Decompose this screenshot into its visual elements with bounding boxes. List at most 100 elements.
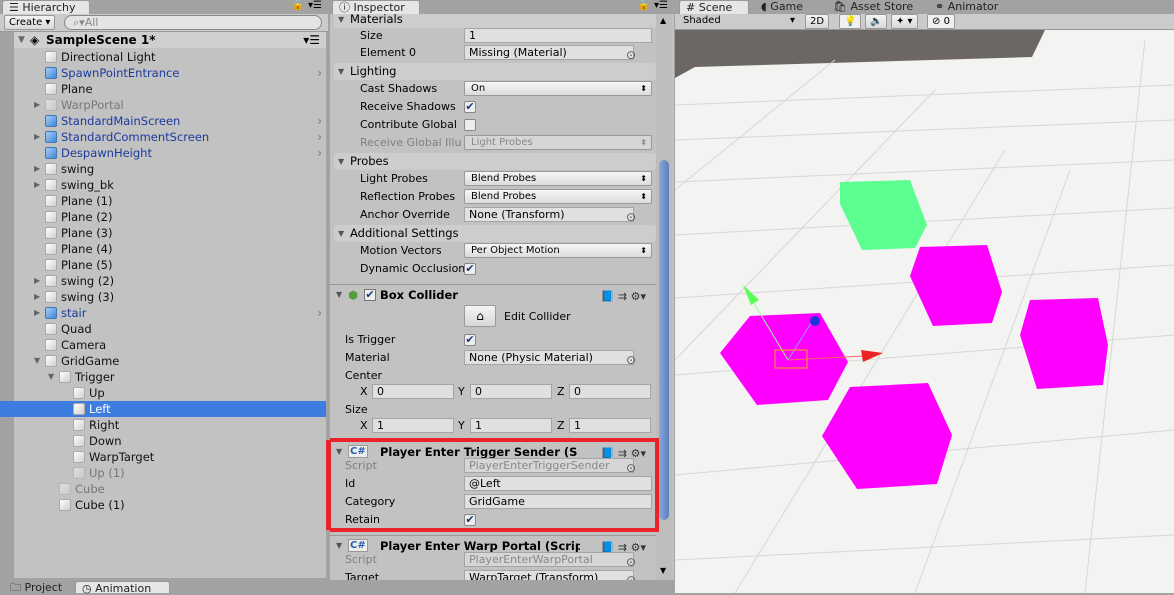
tab-hierarchy[interactable]: ☰ Hierarchy [2, 0, 90, 14]
edit-collider-button[interactable]: ⌂ [464, 305, 496, 327]
menu-icon[interactable]: ▾☰ [654, 0, 668, 11]
tab-game[interactable]: ◖ Game [755, 0, 809, 14]
hierarchy-item[interactable]: Plane (5) [14, 257, 326, 273]
hierarchy-item[interactable]: Plane (3) [14, 225, 326, 241]
expand-arrow-icon[interactable]: ▶ [34, 305, 40, 321]
enable-checkbox[interactable]: ✔ [364, 289, 376, 301]
audio-toggle[interactable]: 🔈 [865, 14, 888, 29]
hidden-objects-toggle[interactable]: ⊘ 0 [927, 14, 955, 29]
expand-arrow-icon[interactable]: ▶ [34, 97, 40, 113]
search-input[interactable]: ⌕▾All [64, 15, 322, 30]
object-picker-icon[interactable]: ⊙ [626, 208, 636, 226]
hierarchy-item[interactable]: ▶ swing_bk [14, 177, 326, 193]
scene-viewport[interactable] [675, 30, 1174, 593]
expand-arrow-icon[interactable]: ▶ [34, 289, 40, 305]
magenta-cube[interactable] [1020, 298, 1108, 389]
hierarchy-item[interactable]: Up (1) [14, 465, 326, 481]
hierarchy-item[interactable]: Up [14, 385, 326, 401]
section-materials[interactable]: Materials [334, 14, 656, 28]
hierarchy-item[interactable]: ▶ swing [14, 161, 326, 177]
expand-arrow-icon[interactable]: ▶ [34, 129, 40, 145]
tab-inspector[interactable]: ⓘ Inspector [332, 0, 420, 14]
hierarchy-item[interactable]: Cube (1) [14, 497, 326, 513]
hierarchy-item[interactable]: ▶ swing (2) [14, 273, 326, 289]
hierarchy-item[interactable]: Directional Light [14, 49, 326, 65]
hierarchy-item[interactable]: ▶ stair › [14, 305, 326, 321]
hierarchy-item[interactable]: Right [14, 417, 326, 433]
scroll-down-icon[interactable]: ▼ [660, 566, 666, 575]
hierarchy-item[interactable]: StandardMainScreen › [14, 113, 326, 129]
object-picker-icon[interactable]: ⊙ [626, 46, 636, 64]
size-z-input[interactable]: 1 [569, 418, 651, 433]
hierarchy-item[interactable]: Plane (1) [14, 193, 326, 209]
lighting-toggle[interactable]: 💡 [839, 14, 862, 29]
collapse-arrow-icon[interactable]: ▼ [336, 285, 342, 305]
hierarchy-item[interactable]: ▼ GridGame [14, 353, 326, 369]
element0-field[interactable]: Missing (Material) [464, 45, 634, 60]
hierarchy-item[interactable]: ▶ swing (3) [14, 289, 326, 305]
box-collider-header[interactable]: ▼ ⬢ ✔ Box Collider 📘 ⇉ ⚙▾ [330, 284, 656, 304]
menu-icon[interactable]: ▾☰ [308, 0, 322, 11]
materials-size-input[interactable]: 1 [464, 28, 652, 43]
scroll-up-icon[interactable]: ▲ [660, 16, 666, 25]
expand-arrow-icon[interactable]: ▼ [48, 369, 54, 385]
hierarchy-item[interactable]: Camera [14, 337, 326, 353]
create-button[interactable]: Create ▾ [4, 15, 56, 30]
hierarchy-item[interactable]: Plane (4) [14, 241, 326, 257]
is-trigger-checkbox[interactable]: ✔ [464, 334, 476, 346]
hierarchy-item[interactable]: SpawnPointEntrance › [14, 65, 326, 81]
hierarchy-item[interactable]: ▼ Trigger [14, 369, 326, 385]
open-prefab-icon[interactable]: › [317, 113, 322, 129]
contribute-gi-checkbox[interactable] [464, 119, 476, 131]
size-y-input[interactable]: 1 [470, 418, 552, 433]
shading-dropdown[interactable]: Shaded ▾ [679, 14, 799, 29]
lock-icon[interactable]: 🔒 [638, 0, 650, 11]
hierarchy-item[interactable]: Cube [14, 481, 326, 497]
component-icons[interactable]: 📘 ⇉ ⚙▾ [601, 287, 646, 307]
2d-toggle[interactable]: 2D [805, 14, 830, 29]
size-x-input[interactable]: 1 [372, 418, 454, 433]
section-lighting[interactable]: Lighting [334, 63, 656, 80]
tab-animator[interactable]: ⚭ Animator [929, 0, 1004, 14]
open-prefab-icon[interactable]: › [317, 65, 322, 81]
effects-dropdown[interactable]: ✦ ▾ [891, 14, 918, 29]
tab-project[interactable]: 🗀 Project [4, 581, 68, 594]
expand-arrow-icon[interactable]: ▼ [34, 353, 40, 369]
center-y-input[interactable]: 0 [470, 384, 552, 399]
expand-arrow-icon[interactable]: ▶ [34, 273, 40, 289]
cast-shadows-dropdown[interactable]: On [464, 81, 652, 96]
section-probes[interactable]: Probes [334, 153, 656, 170]
hierarchy-item[interactable]: WarpTarget [14, 449, 326, 465]
hierarchy-item[interactable]: Plane (2) [14, 209, 326, 225]
hierarchy-item[interactable]: Left [0, 401, 326, 417]
open-prefab-icon[interactable]: › [317, 129, 322, 145]
anchor-override-field[interactable]: None (Transform) [464, 207, 634, 222]
motion-vectors-dropdown[interactable]: Per Object Motion [464, 243, 652, 258]
target-field[interactable]: WarpTarget (Transform) [464, 570, 634, 580]
tab-scene[interactable]: # Scene [679, 0, 749, 14]
hierarchy-item[interactable]: Plane [14, 81, 326, 97]
scrollbar-thumb[interactable] [659, 160, 669, 520]
hierarchy-item[interactable]: Quad [14, 321, 326, 337]
light-probes-dropdown[interactable]: Blend Probes [464, 171, 652, 186]
object-picker-icon[interactable]: ⊙ [626, 571, 636, 580]
reflection-probes-dropdown[interactable]: Blend Probes [464, 189, 652, 204]
receive-shadows-checkbox[interactable]: ✔ [464, 101, 476, 113]
center-x-input[interactable]: 0 [372, 384, 454, 399]
hierarchy-item[interactable]: DespawnHeight › [14, 145, 326, 161]
hierarchy-item[interactable]: ▶ StandardCommentScreen › [14, 129, 326, 145]
expand-arrow-icon[interactable]: ▶ [34, 177, 40, 193]
scene-row[interactable]: ▼ ◈ SampleScene 1* ▾☰ [14, 32, 326, 48]
section-additional[interactable]: Additional Settings [334, 225, 656, 242]
tab-asset-store[interactable]: 🛍 Asset Store [827, 0, 919, 14]
collider-material-field[interactable]: None (Physic Material) [464, 350, 634, 365]
expand-arrow-icon[interactable]: ▶ [34, 161, 40, 177]
open-prefab-icon[interactable]: › [317, 305, 322, 321]
expand-arrow-icon[interactable]: ▼ [18, 32, 25, 48]
tab-animation[interactable]: ◷ Animation [75, 581, 170, 595]
center-z-input[interactable]: 0 [569, 384, 651, 399]
dynamic-occlusion-checkbox[interactable]: ✔ [464, 263, 476, 275]
open-prefab-icon[interactable]: › [317, 145, 322, 161]
hierarchy-item[interactable]: Down [14, 433, 326, 449]
lock-icon[interactable]: 🔒 [292, 0, 304, 11]
